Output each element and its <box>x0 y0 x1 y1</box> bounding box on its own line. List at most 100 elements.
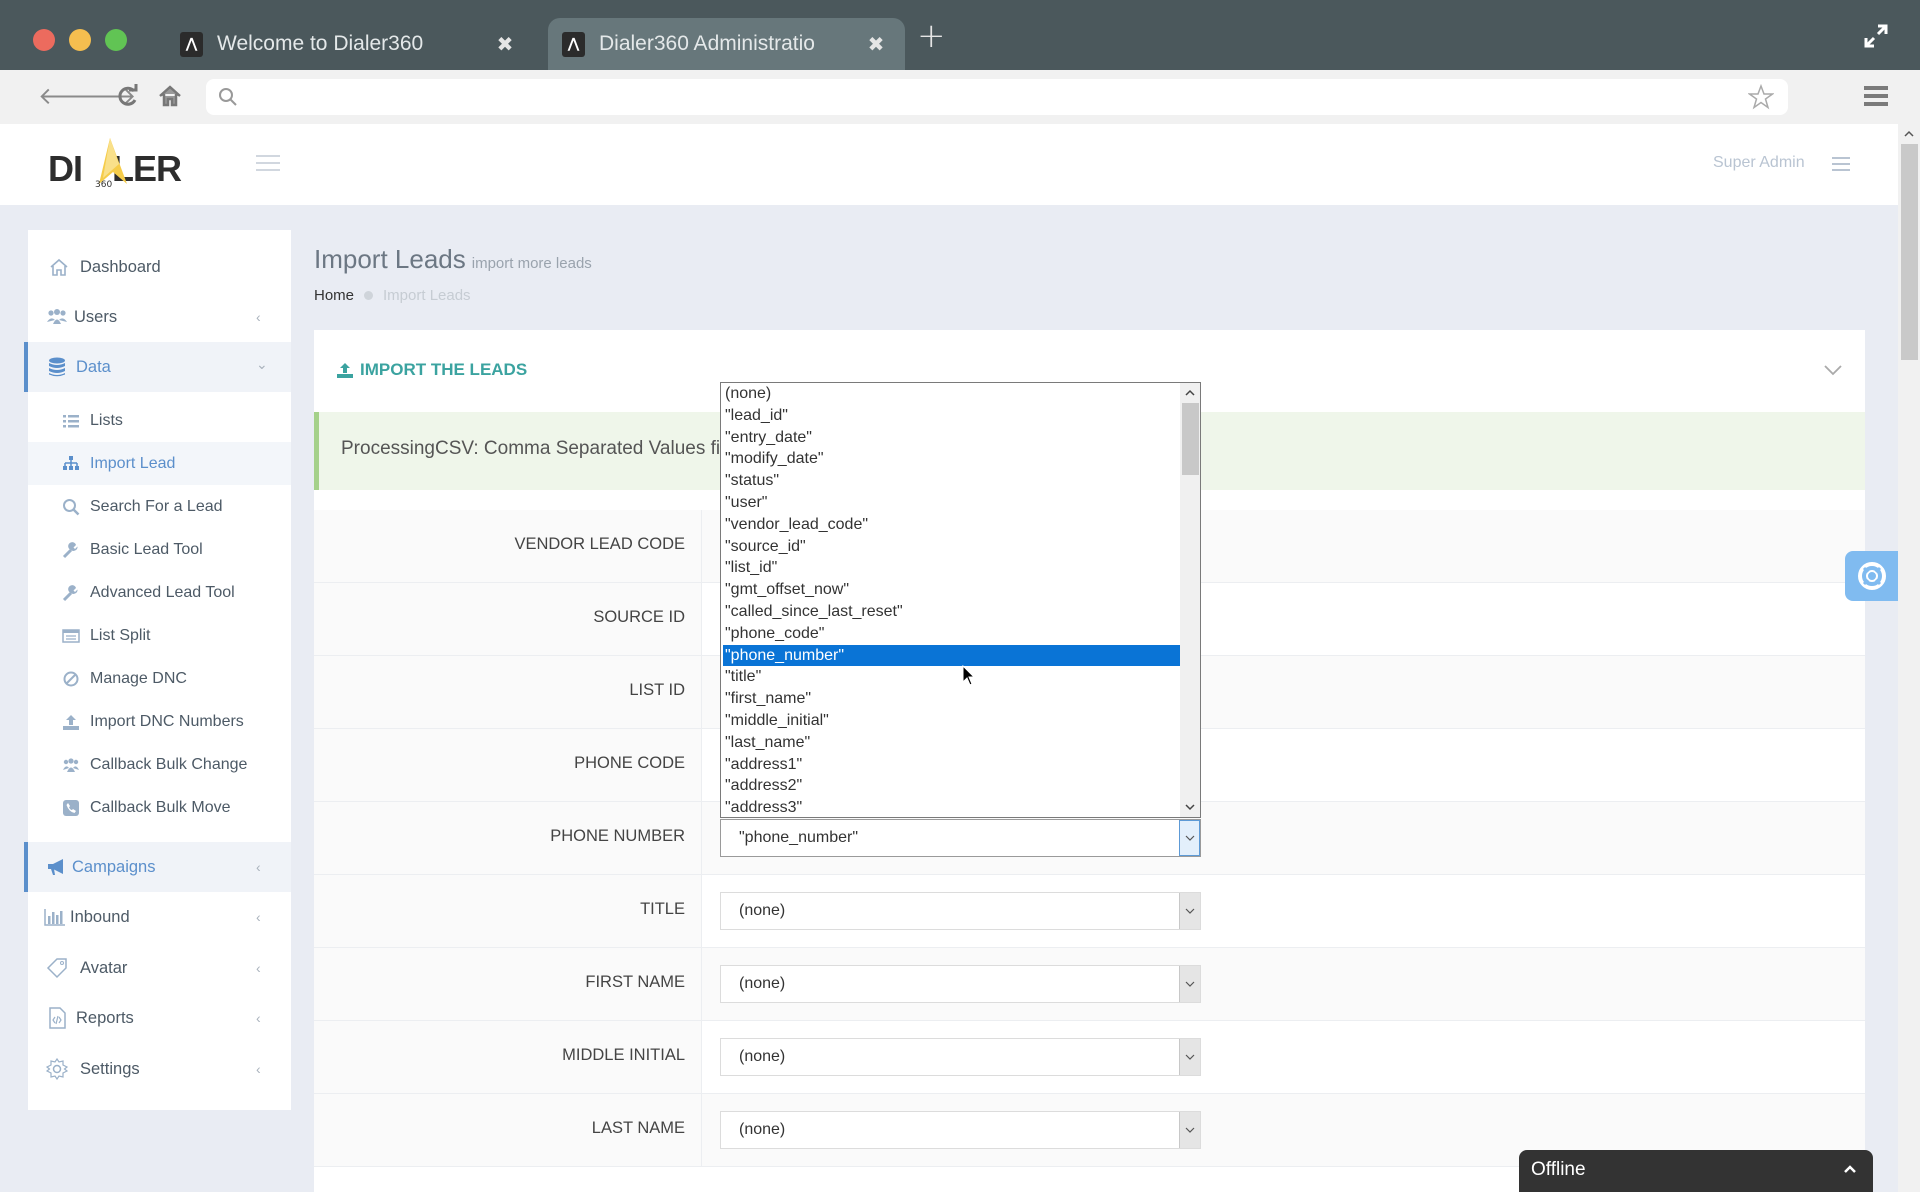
list-alt-icon <box>62 628 80 643</box>
scroll-up-arrow-icon[interactable] <box>1180 383 1200 403</box>
field-mapping-select[interactable]: "phone_number" <box>720 819 1201 857</box>
user-menu-icon[interactable] <box>1832 157 1850 173</box>
sidebar-item-dashboard[interactable]: Dashboard <box>28 242 291 292</box>
window-close-button[interactable] <box>33 29 55 51</box>
browser-tab-welcome[interactable]: ⋀ Welcome to Dialer360 ✖ <box>180 18 520 70</box>
dropdown-option[interactable]: "status" <box>721 470 1181 492</box>
dropdown-scroll-thumb[interactable] <box>1182 403 1199 475</box>
sidebar-item-label: Avatar <box>80 958 128 977</box>
dropdown-option[interactable]: "vendor_lead_code" <box>721 514 1181 536</box>
search-icon <box>219 88 237 106</box>
dropdown-option[interactable]: "gmt_offset_now" <box>721 579 1181 601</box>
address-bar[interactable] <box>206 79 1788 115</box>
sidebar-item-users[interactable]: Users ‹ <box>28 292 291 342</box>
chevron-down-icon[interactable] <box>1179 820 1200 856</box>
fullscreen-icon[interactable] <box>1862 22 1890 50</box>
chevron-left-icon: ‹ <box>256 909 261 925</box>
chevron-down-icon[interactable] <box>1179 893 1200 929</box>
chevron-down-icon: ⌄ <box>256 356 268 372</box>
dropdown-option[interactable]: "list_id" <box>721 557 1181 579</box>
chevron-up-icon[interactable] <box>1843 1164 1857 1174</box>
dropdown-option[interactable]: "lead_id" <box>721 405 1181 427</box>
dropdown-option[interactable]: "address3" <box>721 797 1181 817</box>
help-button[interactable] <box>1845 551 1898 601</box>
dropdown-option[interactable]: "address2" <box>721 775 1181 797</box>
tab-close-icon[interactable]: ✖ <box>490 32 520 56</box>
field-mapping-select[interactable]: (none) <box>720 965 1201 1003</box>
home-icon[interactable] <box>156 82 184 110</box>
browser-menu-icon[interactable] <box>1864 86 1888 108</box>
scroll-down-arrow-icon[interactable] <box>1180 797 1200 817</box>
submenu-item-label: Manage DNC <box>90 669 187 687</box>
browser-toolbar: 🡐 🡒 <box>0 70 1920 124</box>
field-mapping-select[interactable]: (none) <box>720 892 1201 930</box>
chevron-down-icon[interactable] <box>1179 966 1200 1002</box>
new-tab-button[interactable]: + <box>917 18 946 54</box>
chevron-down-icon[interactable] <box>1822 362 1844 378</box>
dropdown-option[interactable]: "first_name" <box>721 688 1181 710</box>
chevron-down-icon[interactable] <box>1179 1039 1200 1075</box>
dropdown-option[interactable]: "phone_code" <box>721 623 1181 645</box>
dropdown-option[interactable]: "address1" <box>721 754 1181 776</box>
phone-square-icon <box>63 799 79 816</box>
field-mapping-select[interactable]: (none) <box>720 1111 1201 1149</box>
form-row: MIDDLE INITIAL (none) <box>314 1021 1865 1094</box>
dialer360-logo[interactable]: DI LER 360 <box>48 138 188 198</box>
dropdown-option[interactable]: "title" <box>721 666 1181 688</box>
sidebar-item-inbound[interactable]: Inbound ‹ <box>28 892 291 942</box>
submenu-item-basic-lead-tool[interactable]: Basic Lead Tool <box>28 528 291 571</box>
dropdown-option[interactable]: "entry_date" <box>721 427 1181 449</box>
sidebar-toggle-button[interactable] <box>256 155 280 173</box>
select-value: (none) <box>739 975 786 992</box>
submenu-item-import-dnc[interactable]: Import DNC Numbers <box>28 700 291 743</box>
page-scroll-thumb[interactable] <box>1901 144 1918 360</box>
page-scrollbar[interactable] <box>1898 124 1920 1192</box>
window-minimize-button[interactable] <box>69 29 91 51</box>
submenu-item-label: Search For a Lead <box>90 497 223 515</box>
user-name[interactable]: Super Admin <box>1713 154 1805 172</box>
browser-tab-admin[interactable]: ⋀ Dialer360 Administratio ✖ <box>548 18 905 70</box>
submenu-item-label: Import Lead <box>90 454 176 472</box>
submenu-item-manage-dnc[interactable]: Manage DNC <box>28 657 291 700</box>
back-arrow-icon[interactable]: 🡐 <box>38 82 102 110</box>
dropdown-option[interactable]: "middle_initial" <box>721 710 1181 732</box>
submenu-item-search-lead[interactable]: Search For a Lead <box>28 485 291 528</box>
dropdown-scrollbar[interactable] <box>1180 383 1200 817</box>
dialer-favicon-icon: ⋀ <box>562 31 585 57</box>
dropdown-option[interactable]: "phone_number" <box>723 644 1181 667</box>
dropdown-option[interactable]: "called_since_last_reset" <box>721 601 1181 623</box>
scroll-up-arrow-icon[interactable] <box>1898 124 1920 144</box>
dropdown-option[interactable]: "modify_date" <box>721 448 1181 470</box>
forward-arrow-icon[interactable]: 🡒 <box>72 82 136 110</box>
sidebar-item-campaigns[interactable]: Campaigns ‹ <box>24 842 291 892</box>
sidebar-item-settings[interactable]: Settings ‹ <box>28 1044 291 1094</box>
sidebar-item-avatar[interactable]: Avatar ‹ <box>28 943 291 993</box>
field-mapping-select[interactable]: (none) <box>720 1038 1201 1076</box>
url-input[interactable] <box>250 79 1730 115</box>
submenu-item-callback-bulk-move[interactable]: Callback Bulk Move <box>28 786 291 829</box>
dropdown-option[interactable]: (none) <box>721 383 1181 405</box>
home-icon <box>50 258 68 276</box>
tab-close-icon[interactable]: ✖ <box>861 32 891 56</box>
submenu-item-callback-bulk-change[interactable]: Callback Bulk Change <box>28 743 291 786</box>
reload-icon[interactable] <box>114 82 142 110</box>
submenu-item-list-split[interactable]: List Split <box>28 614 291 657</box>
dropdown-option[interactable]: "last_name" <box>721 732 1181 754</box>
submenu-item-lists[interactable]: Lists <box>28 399 291 442</box>
submenu-item-label: Lists <box>90 411 123 429</box>
dropdown-option[interactable]: "user" <box>721 492 1181 514</box>
window-maximize-button[interactable] <box>105 29 127 51</box>
sidebar-item-data[interactable]: Data ⌄ <box>24 342 291 392</box>
sidebar-item-reports[interactable]: Reports ‹ <box>28 993 291 1043</box>
select-value: (none) <box>739 902 786 919</box>
dropdown-option[interactable]: "source_id" <box>721 536 1181 558</box>
wrench-icon <box>62 541 78 558</box>
breadcrumb-home-link[interactable]: Home <box>314 287 354 304</box>
submenu-item-import-lead[interactable]: Import Lead <box>28 442 291 485</box>
bookmark-star-icon[interactable] <box>1748 84 1774 110</box>
phone-number-dropdown-list[interactable]: (none) "lead_id" "entry_date" "modify_date"… <box>720 382 1201 818</box>
chevron-down-icon[interactable] <box>1179 1112 1200 1148</box>
submenu-item-advanced-lead-tool[interactable]: Advanced Lead Tool <box>28 571 291 614</box>
tag-icon <box>46 958 67 979</box>
chat-widget-bar[interactable]: Offline <box>1519 1150 1873 1192</box>
